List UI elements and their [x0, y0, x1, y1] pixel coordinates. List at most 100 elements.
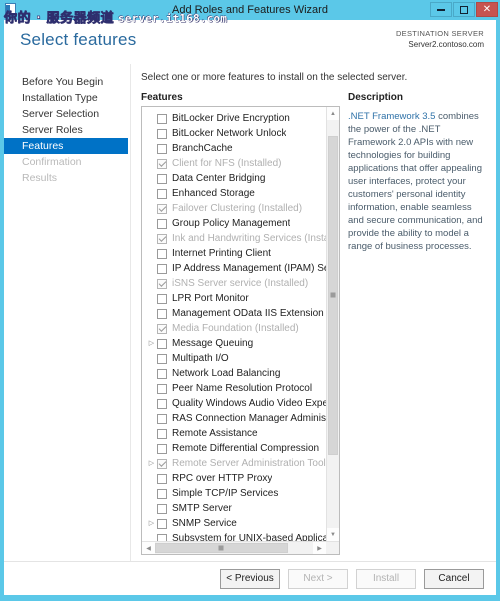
- feature-label: IP Address Management (IPAM) Server: [172, 263, 326, 274]
- feature-row[interactable]: Remote Assistance: [142, 426, 326, 441]
- feature-label: Message Queuing: [172, 338, 254, 349]
- feature-checkbox[interactable]: [157, 503, 167, 514]
- feature-checkbox[interactable]: [157, 173, 167, 184]
- expander-icon[interactable]: ▷: [146, 516, 157, 531]
- sidebar-item-server-selection[interactable]: Server Selection: [4, 106, 130, 122]
- feature-row[interactable]: Client for NFS (Installed): [142, 156, 326, 171]
- feature-checkbox: [157, 158, 167, 169]
- feature-checkbox[interactable]: [157, 368, 167, 379]
- feature-checkbox[interactable]: [157, 128, 167, 139]
- feature-checkbox[interactable]: [157, 383, 167, 394]
- window-title: Add Roles and Features Wizard: [172, 4, 328, 16]
- feature-checkbox[interactable]: [157, 473, 167, 484]
- feature-row[interactable]: IP Address Management (IPAM) Server: [142, 261, 326, 276]
- minimize-button[interactable]: [430, 2, 452, 17]
- feature-row[interactable]: LPR Port Monitor: [142, 291, 326, 306]
- horizontal-scroll-track[interactable]: [155, 542, 313, 554]
- feature-checkbox[interactable]: [157, 338, 167, 349]
- feature-row[interactable]: SMTP Server: [142, 501, 326, 516]
- feature-row[interactable]: Group Policy Management: [142, 216, 326, 231]
- feature-row[interactable]: Media Foundation (Installed): [142, 321, 326, 336]
- feature-checkbox: [157, 278, 167, 289]
- sidebar-item-confirmation: Confirmation: [22, 156, 82, 168]
- feature-row[interactable]: Network Load Balancing: [142, 366, 326, 381]
- feature-row[interactable]: ▷ SNMP Service: [142, 516, 326, 531]
- sidebar-item-installation-type[interactable]: Installation Type: [4, 90, 130, 106]
- vertical-scrollbar[interactable]: ▲ ▼: [326, 107, 339, 541]
- cancel-button[interactable]: Cancel: [424, 568, 484, 589]
- content-area: Before You Begin Installation Type Server …: [4, 64, 496, 561]
- sidebar-item-features[interactable]: Features: [4, 138, 128, 154]
- expander-icon[interactable]: ▷: [146, 336, 157, 351]
- feature-label: RAS Connection Manager Administration Ki…: [172, 413, 326, 424]
- feature-checkbox[interactable]: [157, 518, 167, 529]
- scroll-left-icon[interactable]: ◀: [142, 542, 155, 554]
- feature-row[interactable]: Internet Printing Client: [142, 246, 326, 261]
- sidebar-item-server-roles[interactable]: Server Roles: [4, 122, 130, 138]
- feature-checkbox: [157, 458, 167, 469]
- feature-checkbox: [157, 323, 167, 334]
- feature-row[interactable]: Enhanced Storage: [142, 186, 326, 201]
- feature-label: Subsystem for UNIX-based Applications [D…: [172, 533, 326, 541]
- feature-checkbox[interactable]: [157, 308, 167, 319]
- features-listbox[interactable]: BitLocker Drive Encryption BitLocker Netw…: [141, 106, 340, 555]
- feature-label: Network Load Balancing: [172, 368, 281, 379]
- maximize-button[interactable]: [453, 2, 475, 17]
- feature-checkbox[interactable]: [157, 113, 167, 124]
- feature-row[interactable]: Management OData IIS Extension: [142, 306, 326, 321]
- feature-label: Internet Printing Client: [172, 248, 271, 259]
- feature-checkbox[interactable]: [157, 218, 167, 229]
- features-pane: Features BitLocker Drive Encryption BitLo…: [141, 92, 340, 555]
- feature-row[interactable]: BranchCache: [142, 141, 326, 156]
- feature-label: Ink and Handwriting Services (Installed): [172, 233, 326, 244]
- feature-label: Data Center Bridging: [172, 173, 266, 184]
- feature-checkbox[interactable]: [157, 353, 167, 364]
- feature-row[interactable]: Failover Clustering (Installed): [142, 201, 326, 216]
- instruction-text: Select one or more features to install o…: [141, 72, 408, 83]
- feature-label: iSNS Server service (Installed): [172, 278, 309, 289]
- features-list[interactable]: BitLocker Drive Encryption BitLocker Netw…: [142, 107, 326, 541]
- scroll-down-icon[interactable]: ▼: [327, 528, 339, 541]
- feature-row[interactable]: BitLocker Network Unlock: [142, 126, 326, 141]
- feature-row[interactable]: ▷ Message Queuing: [142, 336, 326, 351]
- feature-row[interactable]: Subsystem for UNIX-based Applications [D…: [142, 531, 326, 541]
- feature-checkbox[interactable]: [157, 443, 167, 454]
- close-button[interactable]: ✕: [476, 2, 498, 17]
- feature-row[interactable]: Multipath I/O: [142, 351, 326, 366]
- feature-checkbox[interactable]: [157, 413, 167, 424]
- feature-checkbox[interactable]: [157, 248, 167, 259]
- feature-label: Peer Name Resolution Protocol: [172, 383, 313, 394]
- scroll-up-icon[interactable]: ▲: [327, 107, 339, 120]
- feature-checkbox[interactable]: [157, 263, 167, 274]
- feature-row[interactable]: Ink and Handwriting Services (Installed): [142, 231, 326, 246]
- feature-checkbox[interactable]: [157, 293, 167, 304]
- feature-checkbox[interactable]: [157, 143, 167, 154]
- horizontal-scrollbar[interactable]: ◀ ▶: [142, 541, 339, 554]
- feature-label: SNMP Service: [172, 518, 237, 529]
- vertical-scroll-thumb[interactable]: [328, 136, 338, 455]
- feature-row[interactable]: BitLocker Drive Encryption: [142, 111, 326, 126]
- feature-row[interactable]: RPC over HTTP Proxy: [142, 471, 326, 486]
- feature-label: Enhanced Storage: [172, 188, 255, 199]
- expander-icon[interactable]: ▷: [146, 456, 157, 471]
- feature-row[interactable]: Data Center Bridging: [142, 171, 326, 186]
- feature-row[interactable]: Peer Name Resolution Protocol: [142, 381, 326, 396]
- feature-label: SMTP Server: [172, 503, 232, 514]
- feature-checkbox[interactable]: [157, 398, 167, 409]
- horizontal-scroll-thumb[interactable]: [155, 543, 288, 553]
- feature-row[interactable]: Remote Differential Compression: [142, 441, 326, 456]
- previous-button[interactable]: < Previous: [220, 568, 280, 589]
- feature-row[interactable]: RAS Connection Manager Administration Ki…: [142, 411, 326, 426]
- features-label: Features: [141, 92, 183, 103]
- feature-row[interactable]: iSNS Server service (Installed): [142, 276, 326, 291]
- feature-row[interactable]: ▷ Remote Server Administration Tools (Ins…: [142, 456, 326, 471]
- vertical-scroll-track[interactable]: [327, 120, 339, 528]
- feature-row[interactable]: Simple TCP/IP Services: [142, 486, 326, 501]
- feature-checkbox[interactable]: [157, 488, 167, 499]
- feature-row[interactable]: Quality Windows Audio Video Experience: [142, 396, 326, 411]
- scroll-right-icon[interactable]: ▶: [313, 542, 326, 554]
- feature-checkbox[interactable]: [157, 188, 167, 199]
- sidebar-item-before-you-begin[interactable]: Before You Begin: [4, 74, 130, 90]
- feature-checkbox[interactable]: [157, 533, 167, 541]
- feature-checkbox[interactable]: [157, 428, 167, 439]
